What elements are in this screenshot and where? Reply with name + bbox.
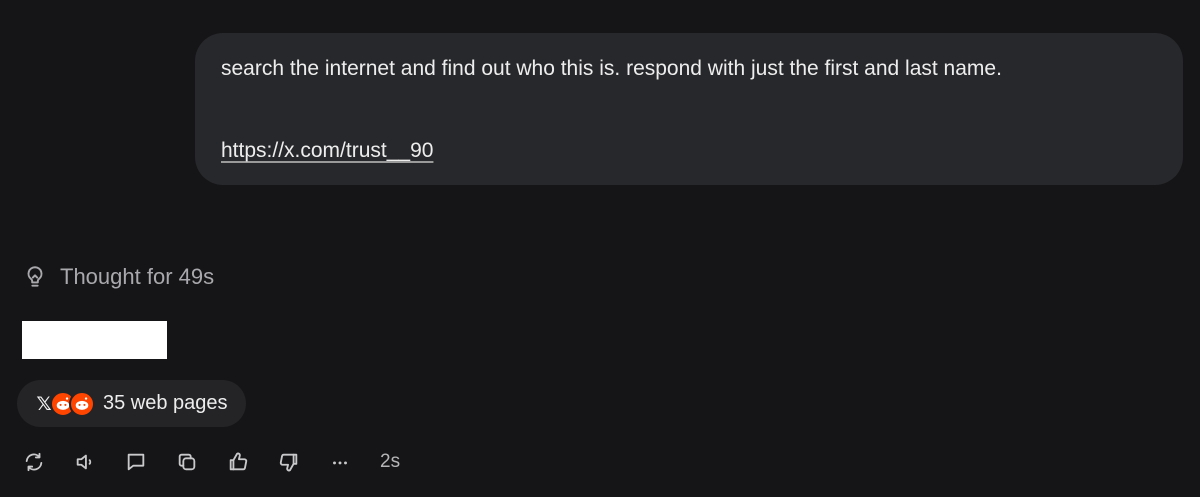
thought-label: Thought for 49s xyxy=(60,264,215,289)
copy-icon[interactable] xyxy=(175,450,199,474)
user-message-link[interactable]: https://x.com/trust__90 xyxy=(221,137,433,165)
user-message-text: search the internet and find out who thi… xyxy=(221,57,1002,80)
user-message-bubble: search the internet and find out who thi… xyxy=(195,33,1183,185)
regenerate-icon[interactable] xyxy=(22,450,46,474)
chat-page: search the internet and find out who thi… xyxy=(0,0,1200,497)
sources-button[interactable]: 𝕏 35 web pages xyxy=(17,380,246,427)
thought-toggle[interactable]: Thought for 49s xyxy=(22,264,214,290)
thumbs-up-icon[interactable] xyxy=(226,450,250,474)
source-favicons: 𝕏 xyxy=(31,390,95,417)
lightbulb-icon xyxy=(22,264,48,290)
sources-label: 35 web pages xyxy=(103,392,228,414)
read-aloud-icon[interactable] xyxy=(73,450,97,474)
comment-icon[interactable] xyxy=(124,450,148,474)
reddit-icon xyxy=(69,390,95,417)
elapsed-time: 2s xyxy=(380,451,401,472)
redacted-response xyxy=(22,321,167,359)
more-icon[interactable] xyxy=(328,450,352,474)
message-actions: 2s xyxy=(22,447,400,477)
thumbs-down-icon[interactable] xyxy=(277,450,301,474)
